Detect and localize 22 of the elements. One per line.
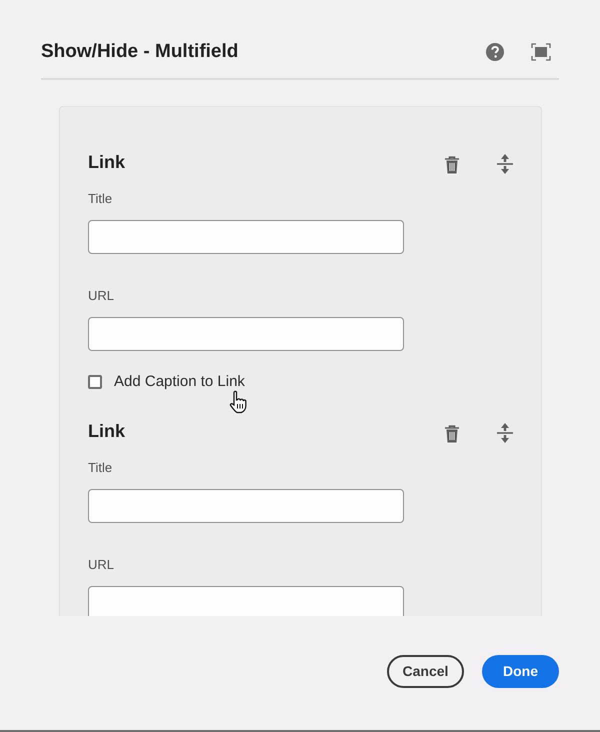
field-label: URL [88, 557, 116, 573]
input-field[interactable] [88, 489, 404, 523]
input-field[interactable] [88, 220, 404, 254]
input-field[interactable] [88, 586, 404, 616]
reorder-icon[interactable] [497, 423, 513, 443]
trash-icon[interactable] [444, 156, 460, 174]
checkbox[interactable] [88, 374, 102, 388]
field-label: URL [88, 288, 116, 304]
field-label: Title [88, 191, 114, 207]
input-field[interactable] [88, 317, 404, 351]
hand-cursor-icon [228, 390, 248, 414]
fullscreen-icon[interactable] [531, 43, 551, 61]
checkbox-label: Add Caption to Link [114, 373, 245, 390]
field-label: Title [88, 460, 114, 476]
item-heading: Link [88, 420, 126, 442]
cancel-button[interactable]: Cancel [387, 655, 464, 688]
item-heading: Link [88, 151, 126, 173]
help-icon[interactable] [485, 42, 505, 62]
reorder-icon[interactable] [497, 154, 513, 174]
dialog-title: Show/Hide - Multifield [41, 40, 240, 64]
trash-icon[interactable] [444, 425, 460, 443]
done-button[interactable]: Done [482, 655, 559, 688]
